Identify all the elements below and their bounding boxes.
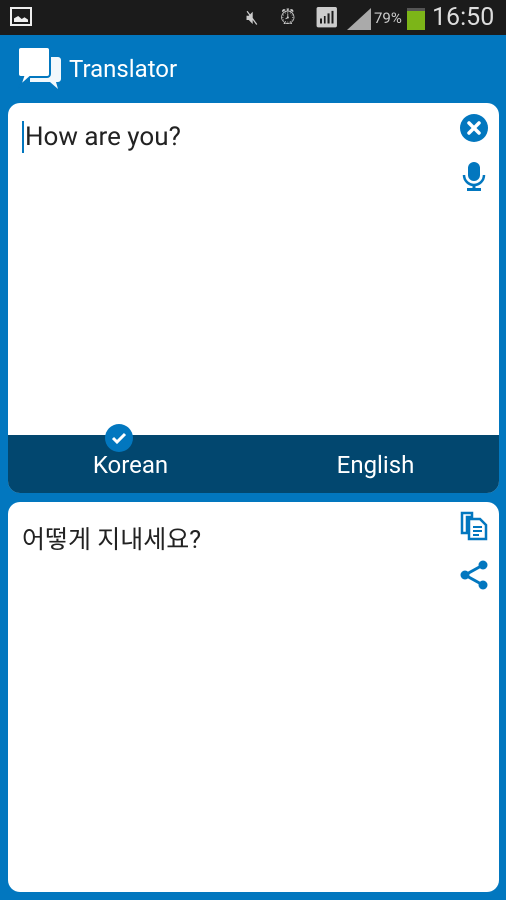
result-card: 어떻게 지내세요? bbox=[8, 502, 499, 892]
battery-icon bbox=[407, 8, 425, 30]
signal-icon bbox=[347, 8, 371, 30]
app-title: Translator bbox=[69, 55, 178, 83]
clock: 16:50 bbox=[432, 3, 495, 32]
copy-icon[interactable] bbox=[459, 511, 489, 541]
source-language-button[interactable]: Korean bbox=[8, 451, 253, 479]
battery-percent: 79% bbox=[374, 9, 402, 27]
image-notification-icon bbox=[10, 7, 32, 26]
mute-icon: 🔇︎ bbox=[246, 5, 259, 29]
clear-icon[interactable] bbox=[459, 113, 489, 143]
chat-bubbles-logo-icon bbox=[18, 47, 61, 90]
selected-check-icon bbox=[105, 424, 133, 452]
wifi-icon: 📶︎ bbox=[314, 5, 340, 29]
alarm-icon: ⏰︎ bbox=[280, 5, 296, 29]
status-bar: 🔇︎ ⏰︎ 📶︎ 79% 16:50 bbox=[0, 0, 506, 35]
source-text-input[interactable]: How are you? bbox=[22, 121, 181, 153]
target-language-button[interactable]: English bbox=[253, 451, 498, 479]
translated-text: 어떻게 지내세요? bbox=[22, 526, 202, 555]
source-card: How are you? Korean English bbox=[8, 103, 499, 493]
language-bar: Korean English bbox=[8, 424, 499, 493]
share-icon[interactable] bbox=[459, 560, 489, 590]
app-bar: Translator bbox=[0, 35, 506, 100]
microphone-icon[interactable] bbox=[459, 161, 489, 191]
